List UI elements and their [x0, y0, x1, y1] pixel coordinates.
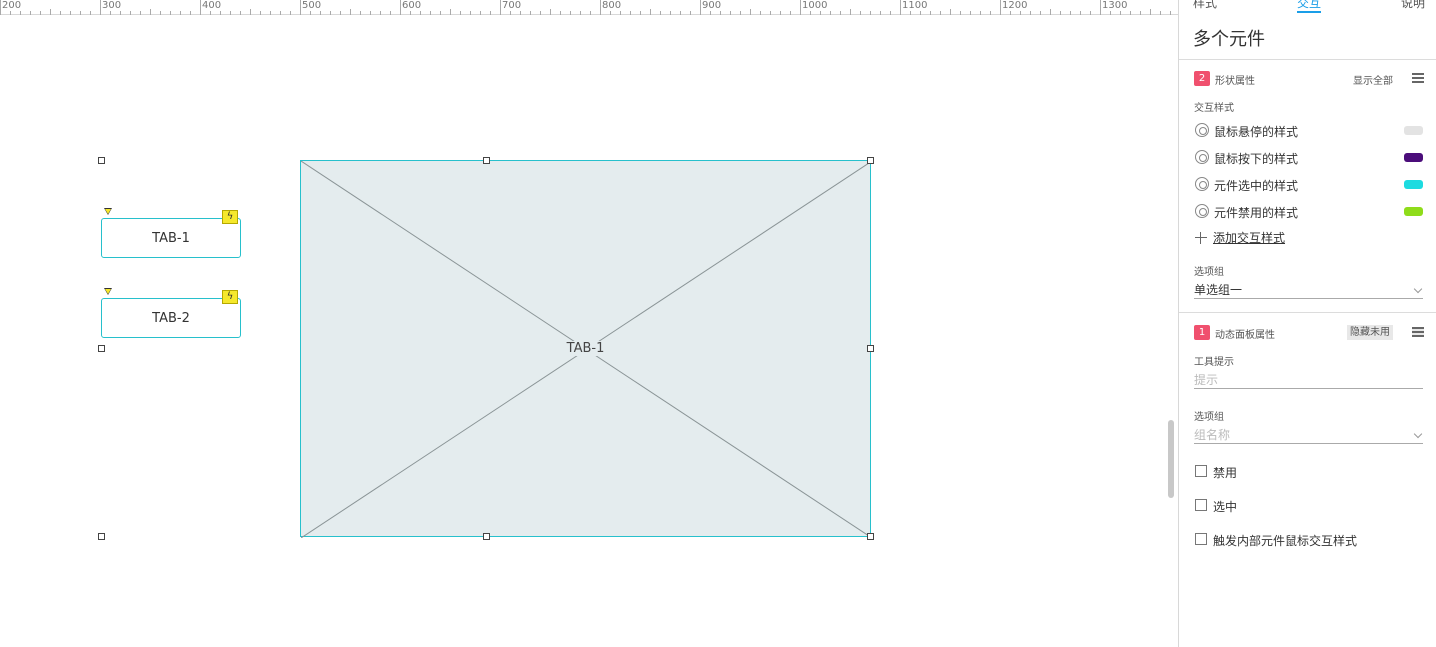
- ruler-label: 800: [602, 0, 622, 11]
- tab-1-button[interactable]: TAB-1: [101, 218, 241, 258]
- selection-handle-bottom-left-outer[interactable]: [98, 533, 105, 540]
- panel-properties-header: 1 动态面板属性 隐藏未用: [1194, 325, 1424, 341]
- color-swatch: [1404, 126, 1423, 135]
- hide-unused-toggle[interactable]: 隐藏未用: [1347, 325, 1393, 340]
- ruler-label: 200: [2, 0, 22, 11]
- group-label: 选项组: [1194, 412, 1224, 423]
- count-badge: 1: [1194, 325, 1210, 340]
- chevron-down-icon: [1413, 429, 1423, 439]
- tooltip-label: 工具提示: [1194, 357, 1234, 368]
- panel-handle-top-right[interactable]: [867, 157, 874, 164]
- show-all-link[interactable]: 显示全部: [1353, 72, 1393, 87]
- style-row-selected[interactable]: 元件选中的样式: [1195, 176, 1423, 194]
- app-window: 200 300 400 500 600 700 800 900 1000 110…: [0, 0, 1436, 647]
- disabled-checkbox-row[interactable]: 禁用: [1195, 464, 1423, 480]
- style-row-disabled[interactable]: 元件禁用的样式: [1195, 203, 1423, 221]
- color-swatch: [1404, 207, 1423, 216]
- panel-label: TAB-1: [562, 341, 609, 356]
- add-interaction-style-link[interactable]: 添加交互样式: [1213, 229, 1285, 246]
- inspector-title: 多个元件: [1193, 29, 1265, 50]
- count-badge: 2: [1194, 71, 1210, 86]
- section-title: 动态面板属性: [1215, 330, 1275, 341]
- target-icon: [1195, 204, 1209, 218]
- dynamic-panel[interactable]: TAB-1: [300, 160, 872, 538]
- ruler-label: 1000: [802, 0, 828, 11]
- lightning-icon: ϟ: [222, 290, 238, 304]
- tooltip-input[interactable]: 提示: [1194, 371, 1423, 389]
- group-name-select[interactable]: 组名称: [1194, 426, 1423, 444]
- selected-checkbox-row[interactable]: 选中: [1195, 498, 1423, 514]
- ruler-label: 900: [702, 0, 722, 11]
- divider: [1179, 312, 1436, 313]
- tab-1-label: TAB-1: [152, 230, 190, 246]
- flag-icon: [104, 208, 112, 215]
- ruler-label: 500: [302, 0, 322, 11]
- tab-style[interactable]: 样式: [1193, 0, 1217, 11]
- ruler-label: 700: [502, 0, 522, 11]
- section-title: 形状属性: [1215, 76, 1255, 87]
- interaction-styles-label: 交互样式: [1194, 103, 1234, 114]
- trigger-inner-styles-checkbox[interactable]: [1195, 533, 1207, 545]
- tab-2-button[interactable]: TAB-2: [101, 298, 241, 338]
- canvas-scrollbar[interactable]: [1168, 420, 1174, 498]
- panel-label-wrap: TAB-1: [301, 161, 870, 536]
- selected-checkbox[interactable]: [1195, 499, 1207, 511]
- style-label: 元件选中的样式: [1214, 179, 1299, 193]
- ruler-label: 600: [402, 0, 422, 11]
- checkbox-label: 选中: [1213, 500, 1238, 514]
- color-swatch: [1404, 180, 1423, 189]
- ruler-label: 1100: [902, 0, 928, 11]
- shape-properties-header: 2 形状属性 显示全部: [1194, 71, 1424, 87]
- panel-handle-bottom[interactable]: [483, 533, 490, 540]
- flag-icon: [104, 288, 112, 295]
- chevron-down-icon: [1413, 284, 1423, 294]
- horizontal-ruler: 200 300 400 500 600 700 800 900 1000 110…: [0, 0, 1178, 15]
- active-tab-indicator: [1297, 11, 1321, 13]
- trigger-inner-styles-checkbox-row[interactable]: 触发内部元件鼠标交互样式: [1195, 532, 1423, 548]
- panel-handle-right[interactable]: [867, 345, 874, 352]
- target-icon: [1195, 123, 1209, 137]
- tab-interaction[interactable]: 交互: [1297, 0, 1321, 11]
- tab-2-label: TAB-2: [152, 310, 190, 326]
- style-label: 元件禁用的样式: [1214, 206, 1299, 220]
- design-canvas[interactable]: 200 300 400 500 600 700 800 900 1000 110…: [0, 0, 1178, 647]
- panel-handle-top[interactable]: [483, 157, 490, 164]
- checkbox-label: 禁用: [1213, 466, 1238, 480]
- plus-icon[interactable]: [1195, 232, 1207, 244]
- ruler-label: 1300: [1102, 0, 1128, 11]
- inspector-panel: 样式 交互 说明 多个元件 2 形状属性 显示全部 交互样式 鼠标悬停的样式 鼠…: [1178, 0, 1436, 647]
- color-swatch: [1404, 153, 1423, 162]
- selection-handle-bottom-left[interactable]: [98, 345, 105, 352]
- tooltip-placeholder: 提示: [1194, 373, 1219, 387]
- target-icon: [1195, 150, 1209, 164]
- option-group-label: 选项组: [1194, 267, 1224, 278]
- style-label: 鼠标按下的样式: [1214, 152, 1299, 166]
- menu-icon[interactable]: [1412, 73, 1424, 83]
- panel-handle-bottom-right[interactable]: [867, 533, 874, 540]
- checkbox-label: 触发内部元件鼠标交互样式: [1213, 534, 1358, 548]
- divider: [1179, 59, 1436, 60]
- style-row-hover[interactable]: 鼠标悬停的样式: [1195, 122, 1423, 140]
- option-group-value: 单选组一: [1194, 283, 1243, 297]
- style-row-pressed[interactable]: 鼠标按下的样式: [1195, 149, 1423, 167]
- ruler-label: 400: [202, 0, 222, 11]
- tab-notes[interactable]: 说明: [1401, 0, 1425, 11]
- style-label: 鼠标悬停的样式: [1214, 125, 1299, 139]
- disabled-checkbox[interactable]: [1195, 465, 1207, 477]
- ruler-label: 1200: [1002, 0, 1028, 11]
- option-group-select[interactable]: 单选组一: [1194, 281, 1423, 299]
- lightning-icon: ϟ: [222, 210, 238, 224]
- selection-handle-top-left[interactable]: [98, 157, 105, 164]
- target-icon: [1195, 177, 1209, 191]
- ruler-label: 300: [102, 0, 122, 11]
- inspector-tabs: 样式 交互 说明: [1179, 0, 1436, 14]
- group-name-placeholder: 组名称: [1194, 428, 1231, 442]
- menu-icon[interactable]: [1412, 327, 1424, 337]
